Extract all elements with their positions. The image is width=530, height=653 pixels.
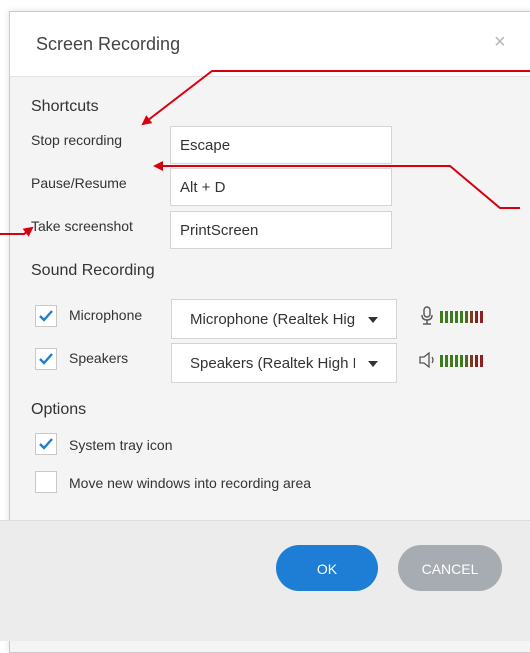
chevron-down-icon	[368, 361, 378, 367]
microphone-level-meter	[440, 311, 483, 323]
pause-resume-input[interactable]	[170, 168, 392, 206]
speakers-label: Speakers	[69, 350, 129, 366]
take-screenshot-label: Take screenshot	[31, 218, 133, 234]
system-tray-label: System tray icon	[69, 437, 173, 453]
microphone-select[interactable]: Microphone (Realtek High Definition Audi…	[171, 299, 397, 339]
sound-recording-heading: Sound Recording	[31, 262, 155, 279]
stop-recording-input[interactable]	[170, 126, 392, 164]
checkmark-icon	[39, 310, 53, 322]
speakers-select[interactable]: Speakers (Realtek High Definition Audio)	[171, 343, 397, 383]
system-tray-checkbox[interactable]	[35, 433, 57, 455]
options-heading: Options	[31, 401, 87, 418]
microphone-select-value: Microphone (Realtek High Definition Audi…	[190, 311, 355, 328]
speakers-select-value: Speakers (Realtek High Definition Audio)	[190, 355, 355, 372]
close-icon[interactable]: ×	[494, 32, 506, 52]
speakers-level-meter	[440, 355, 483, 367]
chevron-down-icon	[368, 317, 378, 323]
speaker-icon	[419, 352, 434, 368]
stop-recording-label: Stop recording	[31, 132, 123, 148]
microphone-checkbox[interactable]	[35, 305, 57, 327]
pause-resume-label: Pause/Resume	[31, 175, 127, 191]
shortcuts-heading: Shortcuts	[31, 98, 99, 115]
move-windows-label: Move new windows into recording area	[69, 475, 312, 491]
microphone-label: Microphone	[69, 307, 143, 323]
ok-button[interactable]: OK	[276, 545, 378, 591]
checkmark-icon	[39, 353, 53, 365]
take-screenshot-input[interactable]	[170, 211, 392, 249]
checkmark-icon	[39, 438, 53, 450]
title-bar: Screen Recording ×	[10, 12, 530, 77]
move-windows-checkbox[interactable]	[35, 471, 57, 493]
cancel-button[interactable]: CANCEL	[398, 545, 502, 591]
dialog-title: Screen Recording	[36, 34, 181, 54]
microphone-icon	[421, 306, 433, 325]
speakers-checkbox[interactable]	[35, 348, 57, 370]
